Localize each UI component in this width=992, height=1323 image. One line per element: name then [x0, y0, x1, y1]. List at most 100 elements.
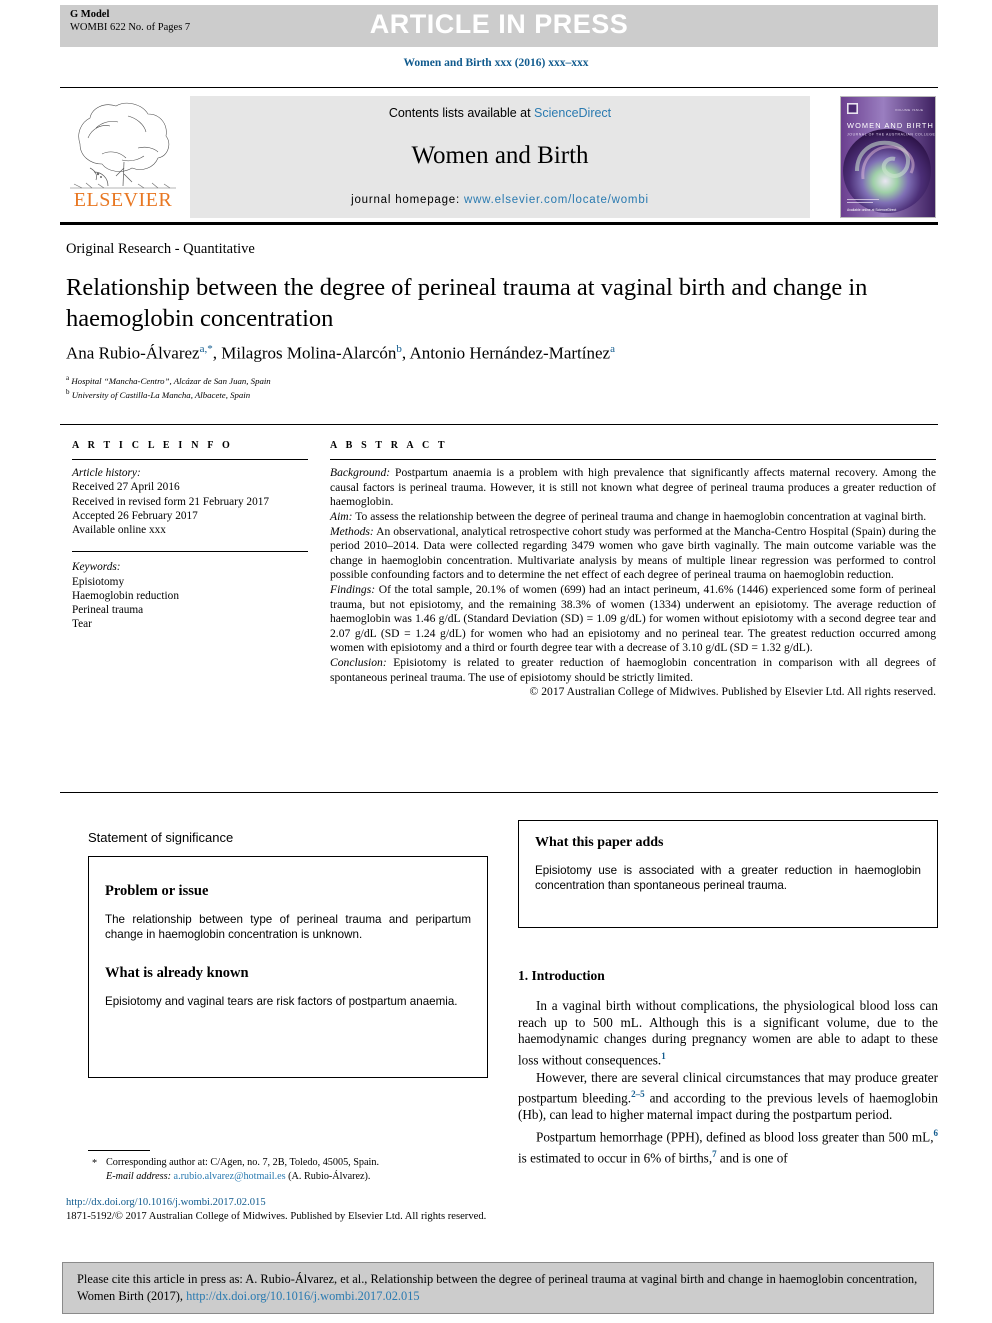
abstract-paragraph-aim: Aim: To assess the relationship between … — [330, 510, 936, 525]
affiliation-text: University of Castilla-La Mancha, Albace… — [71, 390, 251, 401]
corresponding-author-note: Corresponding author at: C/Agen, no. 7, … — [106, 1157, 380, 1168]
author-name: Milagros Molina-Alarcón — [221, 343, 397, 363]
journal-masthead: ELSEVIER Contents lists available at Sci… — [60, 87, 938, 222]
affiliation-item: a Hospital “Mancha-Centro”, Alcázar de S… — [66, 373, 666, 387]
introduction-paragraph-1: In a vaginal birth without complications… — [518, 998, 938, 1069]
elsevier-logo: ELSEVIER — [62, 96, 184, 218]
author-affil-marker: a — [610, 343, 615, 355]
journal-reference: Women and Birth xxx (2016) xxx–xxx — [403, 57, 589, 69]
abstract-label-findings: Findings: — [330, 582, 376, 596]
author-name: Antonio Hernández-Martínez — [409, 343, 611, 363]
citation-ref[interactable]: 1 — [661, 1051, 666, 1061]
abstract-top-rule — [60, 424, 938, 426]
cite-this-article-bar: Please cite this article in press as: A.… — [62, 1262, 934, 1314]
footnote-block: * Corresponding author at: C/Agen, no. 7… — [88, 1156, 488, 1183]
footnote-rule — [88, 1150, 150, 1152]
svg-text:WOMEN AND BIRTH: WOMEN AND BIRTH — [847, 121, 934, 130]
svg-text:JOURNAL OF THE AUSTRALIAN COLL: JOURNAL OF THE AUSTRALIAN COLLEGE OF MID… — [847, 133, 935, 137]
doi-block: http://dx.doi.org/10.1016/j.wombi.2017.0… — [66, 1196, 666, 1224]
affil-marker: a — [66, 374, 70, 382]
affiliation-item: b University of Castilla-La Mancha, Alba… — [66, 387, 666, 401]
keyword-item: Tear — [72, 618, 92, 631]
contents-panel: Contents lists available at ScienceDirec… — [190, 96, 810, 218]
abstract-label-methods: Methods: — [330, 524, 374, 538]
abstract-text-aim: To assess the relationship between the d… — [352, 509, 927, 523]
email-label: E-mail address: — [106, 1170, 171, 1182]
what-this-paper-adds-box: What this paper adds Episiotomy use is a… — [518, 820, 938, 928]
divider — [330, 459, 936, 461]
significance-box: Problem or issue The relationship betwee… — [88, 856, 488, 1078]
article-info-heading: A R T I C L E I N F O — [72, 440, 233, 451]
history-item: Received 27 April 2016 — [72, 481, 180, 494]
article-in-press-banner: G Model WOMBI 622 No. of Pages 7 ARTICLE… — [60, 5, 938, 47]
history-item: Received in revised form 21 February 201… — [72, 495, 270, 508]
abstract-bottom-rule — [60, 792, 938, 794]
keyword-item: Episiotomy — [72, 575, 125, 588]
abstract-text-findings: Of the total sample, 20.1% of women (699… — [330, 582, 936, 655]
intro-p1-text: In a vaginal birth without complications… — [518, 998, 938, 1068]
significance-problem-heading: Problem or issue — [105, 883, 209, 899]
significance-known-text: Episiotomy and vaginal tears are risk fa… — [105, 994, 458, 1008]
introduction-paragraph-3: Postpartum hemorrhage (PPH), defined as … — [518, 1125, 938, 1167]
email-link[interactable]: a.rubio.alvarez@hotmail.es — [174, 1171, 286, 1182]
article-category: Original Research - Quantitative — [66, 241, 255, 257]
journal-homepage-link[interactable]: www.elsevier.com/locate/wombi — [464, 194, 649, 206]
adds-heading: What this paper adds — [535, 835, 664, 850]
citation-ref[interactable]: 6 — [934, 1128, 939, 1138]
abstract-paragraph-background: Background: Postpartum anaemia is a prob… — [330, 466, 936, 510]
press-status-text: ARTICLE IN PRESS — [369, 9, 629, 39]
affiliations: a Hospital “Mancha-Centro”, Alcázar de S… — [66, 373, 666, 402]
citation-ref[interactable]: 2–5 — [631, 1089, 645, 1099]
introduction-paragraph-2: However, there are several clinical circ… — [518, 1070, 938, 1124]
article-history-label: Article history: — [72, 467, 141, 480]
affiliation-text: Hospital “Mancha-Centro”, Alcázar de San… — [71, 375, 271, 386]
introduction-heading: 1. Introduction — [518, 968, 605, 983]
divider — [72, 551, 308, 553]
significance-known-heading: What is already known — [105, 964, 249, 981]
abstract-paragraph-conclusion: Conclusion: Episiotomy is related to gre… — [330, 656, 936, 685]
abstract-label-background: Background: — [330, 466, 391, 480]
footnote-star-marker: * — [92, 1158, 98, 1169]
cite-text: Please cite this article in press as: A.… — [77, 1271, 919, 1304]
abstract-label-aim: Aim: — [330, 509, 353, 523]
abstract-heading: A B S T R A C T — [330, 440, 448, 451]
keywords-block: Keywords: Episiotomy Haemoglobin reducti… — [72, 560, 308, 631]
email-owner: (A. Rubio-Álvarez). — [285, 1170, 371, 1182]
author-separator: , — [212, 343, 222, 363]
divider — [72, 459, 308, 461]
elsevier-wordmark: ELSEVIER — [73, 189, 173, 211]
intro-p3-text-b: is estimated to occur in 6% of births, — [518, 1150, 713, 1166]
svg-text:Available online at ScienceDir: Available online at ScienceDirect — [847, 208, 896, 212]
contents-lists-line: Contents lists available at ScienceDirec… — [190, 106, 810, 120]
abstract-text-background: Postpartum anaemia is a problem with hig… — [330, 466, 936, 509]
abstract-text-methods: An observational, analytical retrospecti… — [330, 524, 936, 582]
journal-cover-thumbnail: WOMEN AND BIRTH JOURNAL OF THE AUSTRALIA… — [840, 96, 936, 218]
keyword-item: Haemoglobin reduction — [72, 589, 179, 602]
intro-p3-text-a: Postpartum hemorrhage (PPH), defined as … — [536, 1129, 934, 1145]
rights-statement: 1871-5192/© 2017 Australian College of M… — [66, 1211, 487, 1222]
email-note: E-mail address: a.rubio.alvarez@hotmail.… — [88, 1170, 488, 1184]
page-title: Relationship between the degree of perin… — [66, 274, 868, 332]
intro-p3-text-c: and is one of — [716, 1150, 788, 1166]
adds-text: Episiotomy use is associated with a grea… — [535, 864, 921, 893]
sciencedirect-link[interactable]: ScienceDirect — [534, 106, 611, 120]
significance-label: Statement of significance — [88, 830, 234, 845]
article-info-column: A R T I C L E I N F O Article history: R… — [72, 440, 308, 631]
svg-text:VOLUME ISSUE: VOLUME ISSUE — [895, 108, 924, 112]
affil-marker: b — [66, 388, 70, 397]
cover-artwork: WOMEN AND BIRTH JOURNAL OF THE AUSTRALIA… — [841, 97, 935, 217]
statement-of-significance-column: Statement of significance Problem or iss… — [88, 830, 488, 1078]
history-item: Accepted 26 February 2017 — [72, 509, 198, 522]
doi-link[interactable]: http://dx.doi.org/10.1016/j.wombi.2017.0… — [66, 1196, 666, 1210]
author-affil-marker: a,* — [199, 343, 213, 355]
abstract-text-conclusion: Episiotomy is related to greater reducti… — [330, 655, 936, 684]
journal-title: Women and Birth — [411, 142, 589, 169]
cite-doi-link[interactable]: http://dx.doi.org/10.1016/j.wombi.2017.0… — [186, 1289, 419, 1303]
abstract-column: A B S T R A C T Background: Postpartum a… — [330, 440, 936, 700]
homepage-prefix: journal homepage: — [351, 194, 464, 206]
keyword-item: Perineal trauma — [72, 604, 144, 616]
article-history: Article history: Received 27 April 2016 … — [72, 466, 308, 537]
abstract-paragraph-findings: Findings: Of the total sample, 20.1% of … — [330, 583, 936, 656]
abstract-label-conclusion: Conclusion: — [330, 655, 387, 669]
history-item: Available online xxx — [72, 524, 166, 536]
